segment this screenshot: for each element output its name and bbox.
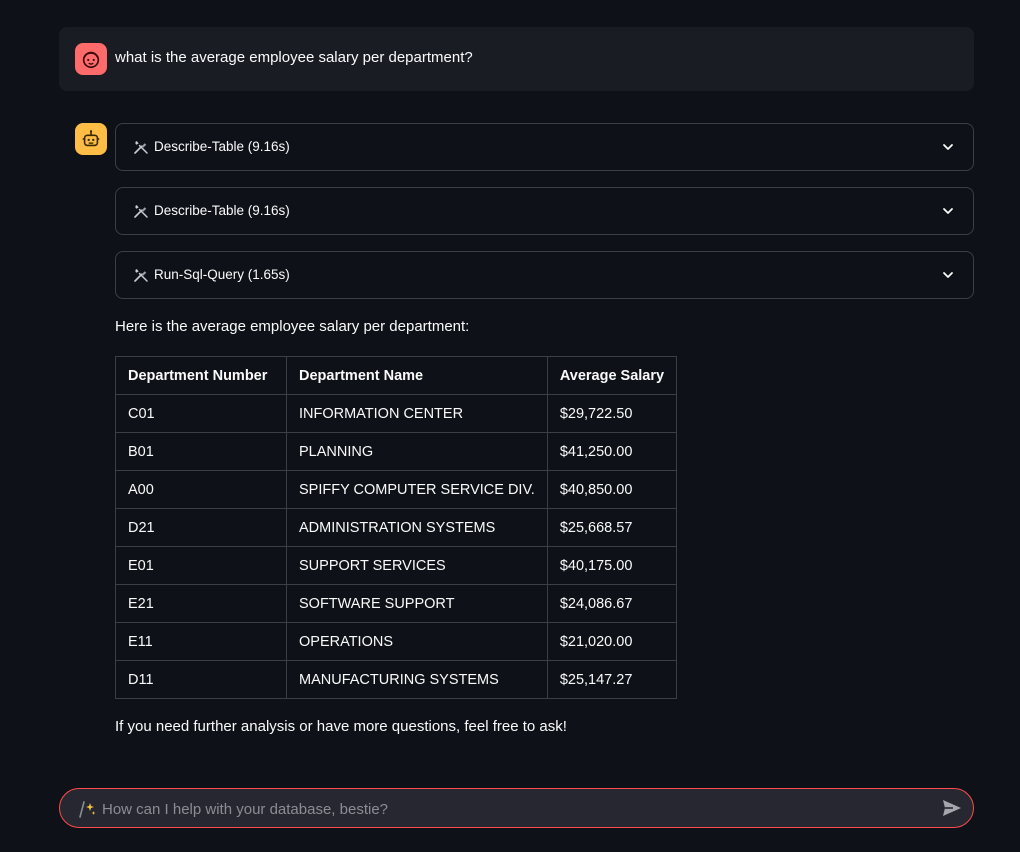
department-number-cell: A00 xyxy=(115,470,287,509)
department-number-cell: B01 xyxy=(115,432,287,471)
department-number-cell: C01 xyxy=(115,394,287,433)
department-name-cell: SPIFFY COMPUTER SERVICE DIV. xyxy=(286,470,548,509)
chat-input-container[interactable] xyxy=(59,788,974,829)
department-name-cell: OPERATIONS xyxy=(286,622,548,661)
department-number-cell: E11 xyxy=(115,622,287,661)
results-table: Department Number Department Name Averag… xyxy=(115,356,678,699)
department-number-cell: D11 xyxy=(115,660,287,699)
tool-call-expander-2[interactable]: Describe-Table (9.16s) xyxy=(115,187,974,235)
tool-call-label: Describe-Table (9.16s) xyxy=(154,139,290,154)
average-salary-cell: $40,850.00 xyxy=(546,470,678,509)
tool-call-label: Describe-Table (9.16s) xyxy=(154,203,290,218)
robot-icon xyxy=(82,130,100,147)
assistant-intro-text: Here is the average employee salary per … xyxy=(115,318,470,335)
department-name-cell: MANUFACTURING SYSTEMS xyxy=(286,660,548,699)
department-name-cell: INFORMATION CENTER xyxy=(286,394,548,433)
table-row: D21 ADMINISTRATION SYSTEMS $25,668.57 xyxy=(115,508,678,547)
chevron-down-icon[interactable] xyxy=(941,204,955,218)
tool-call-expander-3[interactable]: Run-Sql-Query (1.65s) xyxy=(115,251,974,299)
department-number-cell: E01 xyxy=(115,546,287,585)
department-number-cell: E21 xyxy=(115,584,287,623)
tools-icon xyxy=(134,205,148,218)
average-salary-cell: $25,668.57 xyxy=(546,508,678,547)
table-header-row: Department Number Department Name Averag… xyxy=(115,356,678,395)
department-number-cell: D21 xyxy=(115,508,287,547)
assistant-avatar xyxy=(75,123,107,155)
average-salary-cell: $40,175.00 xyxy=(546,546,678,585)
column-header: Department Number xyxy=(115,356,287,395)
send-icon[interactable] xyxy=(941,798,963,818)
assistant-outro-text: If you need further analysis or have mor… xyxy=(115,718,567,735)
sparkle-wand-icon xyxy=(79,801,96,818)
tools-icon xyxy=(134,141,148,154)
table-row: A00 SPIFFY COMPUTER SERVICE DIV. $40,850… xyxy=(115,470,678,509)
column-header: Department Name xyxy=(286,356,548,395)
user-face-icon xyxy=(82,51,100,69)
table-row: E11 OPERATIONS $21,020.00 xyxy=(115,622,678,661)
table-row: D11 MANUFACTURING SYSTEMS $25,147.27 xyxy=(115,660,678,699)
table-row: C01 INFORMATION CENTER $29,722.50 xyxy=(115,394,678,433)
chevron-down-icon[interactable] xyxy=(941,268,955,282)
department-name-cell: SUPPORT SERVICES xyxy=(286,546,548,585)
average-salary-cell: $29,722.50 xyxy=(546,394,678,433)
chat-input[interactable] xyxy=(100,789,924,829)
table-row: E01 SUPPORT SERVICES $40,175.00 xyxy=(115,546,678,585)
average-salary-cell: $21,020.00 xyxy=(546,622,678,661)
column-header: Average Salary xyxy=(546,356,678,395)
tool-call-expander-1[interactable]: Describe-Table (9.16s) xyxy=(115,123,974,171)
department-name-cell: ADMINISTRATION SYSTEMS xyxy=(286,508,548,547)
average-salary-cell: $24,086.67 xyxy=(546,584,678,623)
user-avatar xyxy=(75,43,107,75)
user-message-text: what is the average employee salary per … xyxy=(115,49,473,66)
department-name-cell: PLANNING xyxy=(286,432,548,471)
average-salary-cell: $41,250.00 xyxy=(546,432,678,471)
user-message: what is the average employee salary per … xyxy=(59,27,974,91)
chevron-down-icon[interactable] xyxy=(941,140,955,154)
chat-page: what is the average employee salary per … xyxy=(0,0,1020,852)
tool-call-label: Run-Sql-Query (1.65s) xyxy=(154,267,290,282)
table-row: E21 SOFTWARE SUPPORT $24,086.67 xyxy=(115,584,678,623)
department-name-cell: SOFTWARE SUPPORT xyxy=(286,584,548,623)
average-salary-cell: $25,147.27 xyxy=(546,660,678,699)
table-row: B01 PLANNING $41,250.00 xyxy=(115,432,678,471)
tools-icon xyxy=(134,269,148,282)
